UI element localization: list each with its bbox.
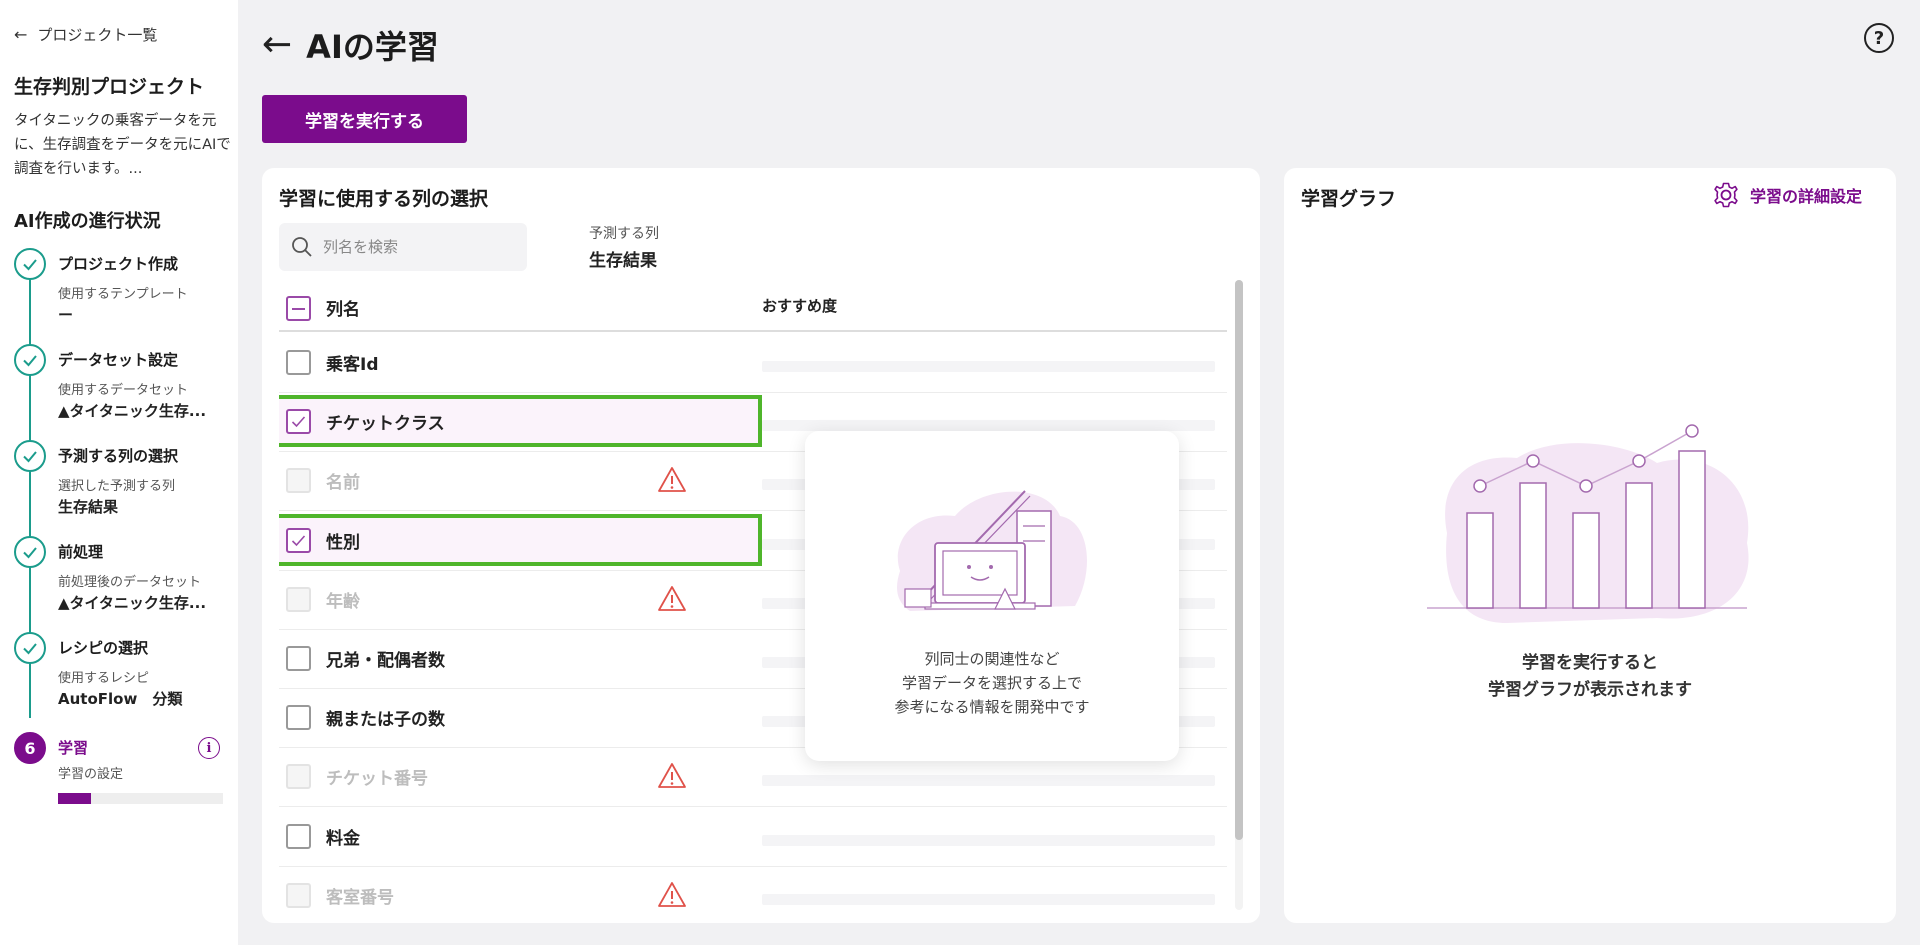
column-search <box>279 223 527 271</box>
column-name: 料金 <box>326 828 360 849</box>
recommendation-bar <box>762 420 1215 432</box>
arrow-left-icon[interactable]: ← <box>262 27 292 63</box>
table-row: 客室番号 <box>279 867 1227 923</box>
check-icon <box>14 536 46 568</box>
column-name: チケット番号 <box>326 769 428 790</box>
check-icon <box>14 632 46 664</box>
row-checkbox <box>286 468 311 494</box>
recommendation-header: おすすめ度 <box>762 297 838 315</box>
question-circle-icon[interactable]: ? <box>1864 23 1894 53</box>
target-column-label: 予測する列 <box>589 226 659 242</box>
column-name: 名前 <box>326 473 360 494</box>
graph-empty-message: 学習を実行すると 学習グラフが表示されます <box>1284 650 1896 704</box>
table-row[interactable]: 料金 <box>279 808 1227 867</box>
graph-empty-line: 学習を実行すると <box>1522 653 1658 673</box>
project-title: 生存判別プロジェクト <box>14 76 205 98</box>
step-subtitle: 使用するテンプレート <box>58 287 188 302</box>
search-input[interactable] <box>323 238 513 256</box>
scrollbar-thumb[interactable] <box>1235 280 1243 840</box>
column-name: 客室番号 <box>326 887 394 908</box>
step-subtitle: 選択した予測する列 <box>58 479 176 494</box>
arrow-left-icon: ← <box>14 24 28 44</box>
row-checkbox <box>286 586 311 612</box>
warning-triangle-icon[interactable] <box>657 585 687 612</box>
gear-icon <box>1714 182 1738 208</box>
step-value: ▲タイタニック生存... <box>58 594 207 612</box>
row-checkbox[interactable] <box>286 350 311 375</box>
column-name: チケットクラス <box>326 414 445 435</box>
training-graph-title: 学習グラフ <box>1301 188 1397 210</box>
column-selection-title: 学習に使用する列の選択 <box>279 188 489 210</box>
warning-triangle-icon[interactable] <box>657 466 687 493</box>
column-name: 兄弟・配偶者数 <box>326 651 445 671</box>
target-column-value: 生存結果 <box>589 251 657 271</box>
warning-triangle-icon[interactable] <box>657 762 687 789</box>
step-subtitle: 前処理後のデータセット <box>58 575 202 590</box>
column-name: 年齢 <box>326 591 360 612</box>
step-title: レシピの選択 <box>58 639 149 657</box>
check-icon <box>14 440 46 472</box>
step-number: 6 <box>14 732 46 764</box>
search-icon <box>292 237 312 257</box>
info-icon[interactable]: i <box>198 737 220 759</box>
row-checkbox[interactable] <box>286 409 311 435</box>
recommendation-bar <box>762 893 1215 905</box>
step-value: AutoFlow 分類 <box>58 690 183 708</box>
row-checkbox <box>286 882 311 908</box>
table-header: 列名 おすすめ度 <box>279 280 1227 332</box>
warning-triangle-icon[interactable] <box>657 881 687 908</box>
robot-laptop-illustration <box>897 490 1087 611</box>
project-description: タイタニックの乗客データを元に、生存調査をデータを元にAIで調査を行います。..… <box>14 113 231 177</box>
training-progress-fill <box>58 793 91 804</box>
popup-message: 列同士の関連性など 学習データを選択する上で 参考になる情報を開発中です <box>805 647 1179 719</box>
check-icon <box>14 344 46 376</box>
recommendation-bar <box>762 775 1215 787</box>
step-title: データセット設定 <box>58 351 179 369</box>
popup-message-line: 学習データを選択する上で <box>901 674 1082 692</box>
row-checkbox[interactable] <box>286 527 311 553</box>
step-title: プロジェクト作成 <box>58 255 179 273</box>
step-subtitle: 使用するレシピ <box>58 671 150 686</box>
step-title: 前処理 <box>58 543 104 561</box>
progress-steps: プロジェクト作成 使用するテンプレート ー データセット設定 使用するデータセッ… <box>14 248 228 808</box>
row-checkbox[interactable] <box>286 705 311 731</box>
select-all-checkbox[interactable] <box>286 296 311 321</box>
page-title: AIの学習 <box>306 28 439 66</box>
column-name-header: 列名 <box>326 300 360 320</box>
column-name: 性別 <box>326 532 360 553</box>
step-value: ー <box>58 306 74 324</box>
step-title: 学習 <box>58 739 89 757</box>
column-name: 親または子の数 <box>326 710 445 731</box>
check-icon <box>291 416 306 428</box>
step-title: 予測する列の選択 <box>58 447 179 465</box>
column-name: 乗客Id <box>326 355 379 375</box>
training-graph-card: 学習グラフ 学習の詳細設定 学習を実行すると 学習グラフが表示されます <box>1284 168 1896 923</box>
popup-message-line: 参考になる情報を開発中です <box>894 698 1090 716</box>
page-header: ← AIの学習 <box>262 22 439 68</box>
run-training-button[interactable]: 学習を実行する <box>262 95 467 143</box>
under-development-popup: 列同士の関連性など 学習データを選択する上で 参考になる情報を開発中です <box>805 431 1179 761</box>
check-icon <box>291 535 306 546</box>
table-row[interactable]: 乗客Id <box>279 334 1227 393</box>
back-link-label: プロジェクト一覧 <box>37 25 158 44</box>
recommendation-bar <box>762 361 1215 372</box>
back-to-project-list-link[interactable]: ← プロジェクト一覧 <box>14 22 238 46</box>
row-checkbox[interactable] <box>286 823 311 849</box>
row-checkbox <box>286 764 311 790</box>
graph-empty-line: 学習グラフが表示されます <box>1488 680 1692 700</box>
advanced-settings-label: 学習の詳細設定 <box>1750 187 1863 206</box>
progress-title: AI作成の進行状況 <box>14 211 161 232</box>
popup-message-line: 列同士の関連性など <box>924 650 1060 668</box>
recommendation-bar <box>762 834 1215 846</box>
column-selection-card: 学習に使用する列の選択 予測する列 生存結果 列名 おすすめ度 乗客Id チケット… <box>262 168 1260 923</box>
step-subtitle: 学習の設定 <box>58 767 124 782</box>
step-value: ▲タイタニック生存... <box>58 402 207 420</box>
step-value: 生存結果 <box>58 498 119 516</box>
check-icon <box>14 248 46 280</box>
row-checkbox[interactable] <box>286 646 311 671</box>
training-progress-bar <box>58 793 223 804</box>
step-subtitle: 使用するデータセット <box>58 383 189 398</box>
chart-placeholder-illustration <box>1427 424 1749 623</box>
advanced-settings-link[interactable]: 学習の詳細設定 <box>1712 181 1862 209</box>
